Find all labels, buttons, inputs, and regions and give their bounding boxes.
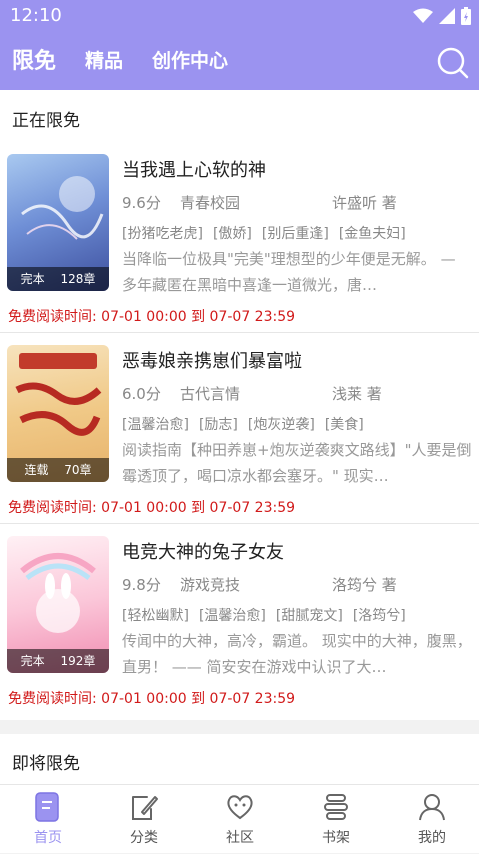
book-tags: [轻松幽默] [温馨治愈] [甜腻宠文] [洛筠兮] <box>122 605 406 625</box>
nav-category[interactable]: 分类 <box>96 785 192 854</box>
book-status: 完本 <box>20 654 45 668</box>
book-tags: [扮猪吃老虎] [傲娇] [别后重逢] [金鱼夫妇] <box>122 223 406 243</box>
book-description: 传闻中的大神，高冷，霸道。 现实中的大神，腹黑，直男！ —— 简安安在游戏中认识… <box>122 632 472 676</box>
free-reading-time: 免费阅读时间: 07-01 00:00 到 07-07 23:59 <box>8 309 296 325</box>
book-chapters: 192章 <box>60 654 96 668</box>
book-tag: [别后重逢] <box>261 226 329 242</box>
book-status: 完本 <box>20 272 45 286</box>
book-tag: [美食] <box>324 417 364 433</box>
section-title: 即将限免 <box>12 754 80 774</box>
nav-home[interactable]: 首页 <box>0 785 96 854</box>
book-description: 当降临一位极具"完美"理想型的少年便是无解。 — 多年藏匿在黑暗中喜逢一道微光，… <box>122 250 456 294</box>
book-tag: [轻松幽默] <box>122 608 189 624</box>
book-tag: [温馨治愈] <box>198 608 266 624</box>
category-pen-icon <box>132 796 158 820</box>
book-category: 游戏竞技 <box>180 576 241 594</box>
status-bar: 12:10 <box>0 0 479 33</box>
book-score: 9.6分 <box>122 194 161 212</box>
nav-label: 我的 <box>418 830 446 846</box>
book-title[interactable]: 当我遇上心软的神 <box>122 156 266 182</box>
book-cover[interactable]: 完本 192章 <box>7 536 109 673</box>
nav-label: 分类 <box>130 830 158 846</box>
community-heart-icon <box>227 795 253 820</box>
app-bar: 限免 精品 创作中心 <box>0 33 479 90</box>
book-title[interactable]: 电竞大神的兔子女友 <box>122 538 284 564</box>
book-author: 浅莱 著 <box>332 385 382 403</box>
nav-profile[interactable]: 我的 <box>384 785 479 854</box>
book-category: 古代言情 <box>180 385 241 403</box>
status-time: 12:10 <box>10 5 62 26</box>
section-title: 正在限免 <box>12 111 80 131</box>
book-chapters: 70章 <box>64 463 92 477</box>
bottom-nav: 首页 分类 社区 书架 我的 <box>0 784 479 853</box>
status-icons <box>413 7 471 25</box>
free-now-section: 正在限免 完本 128章 当我遇上心软的神 9.6分 青春校园 许盛听 著 [扮… <box>0 90 479 720</box>
book-author: 许盛听 著 <box>332 194 397 212</box>
nav-community[interactable]: 社区 <box>192 785 288 854</box>
book-category: 青春校园 <box>180 194 241 212</box>
bookshelf-icon <box>324 794 348 820</box>
cover-info: 完本 128章 <box>7 267 109 291</box>
book-item[interactable]: 完本 128章 当我遇上心软的神 9.6分 青春校园 许盛听 著 [扮猪吃老虎]… <box>0 144 479 334</box>
nav-bookshelf[interactable]: 书架 <box>288 785 384 854</box>
book-status: 连载 <box>24 463 49 477</box>
book-tag: [洛筠兮] <box>352 608 406 624</box>
divider <box>0 523 479 524</box>
nav-label: 书架 <box>322 830 350 846</box>
battery-icon <box>461 7 471 25</box>
divider <box>0 332 479 333</box>
wifi-icon <box>413 8 433 23</box>
book-tag: [温馨治愈] <box>122 417 189 433</box>
book-tags: [温馨治愈] [励志] [炮灰逆袭] [美食] <box>122 414 364 434</box>
book-item[interactable]: 完本 192章 电竞大神的兔子女友 9.8分 游戏竞技 洛筠兮 著 [轻松幽默]… <box>0 526 479 716</box>
cover-info: 完本 192章 <box>7 649 109 673</box>
signal-icon <box>439 8 455 24</box>
book-tag: [炮灰逆袭] <box>247 417 315 433</box>
free-reading-time: 免费阅读时间: 07-01 00:00 到 07-07 23:59 <box>8 691 296 707</box>
free-reading-time: 免费阅读时间: 07-01 00:00 到 07-07 23:59 <box>8 500 296 516</box>
book-tag: [金鱼夫妇] <box>338 226 406 242</box>
book-score: 9.8分 <box>122 576 161 594</box>
tab-creation-center[interactable]: 创作中心 <box>152 33 228 90</box>
book-tag: [傲娇] <box>212 226 252 242</box>
book-cover[interactable]: 完本 128章 <box>7 154 109 291</box>
book-cover[interactable]: 连载 70章 <box>7 345 109 482</box>
book-title[interactable]: 恶毒娘亲携崽们暴富啦 <box>122 347 302 373</box>
book-item[interactable]: 连载 70章 恶毒娘亲携崽们暴富啦 6.0分 古代言情 浅莱 著 [温馨治愈] … <box>0 335 479 525</box>
search-icon[interactable] <box>435 45 469 79</box>
nav-label: 首页 <box>34 830 62 846</box>
nav-label: 社区 <box>226 830 254 846</box>
book-score: 6.0分 <box>122 385 161 403</box>
home-book-icon <box>35 792 59 822</box>
tab-free[interactable]: 限免 <box>12 33 56 90</box>
book-tag: [励志] <box>198 417 238 433</box>
book-tag: [扮猪吃老虎] <box>122 226 203 242</box>
profile-icon <box>419 794 445 821</box>
book-chapters: 128章 <box>60 272 96 286</box>
cover-info: 连载 70章 <box>7 458 109 482</box>
book-tag: [甜腻宠文] <box>275 608 343 624</box>
tab-premium[interactable]: 精品 <box>85 33 123 90</box>
upcoming-section: 即将限免 <box>0 734 479 784</box>
book-description: 阅读指南【种田养崽+炮灰逆袭爽文路线】"人要是倒霉透顶了，喝口凉水都会塞牙。" … <box>122 441 472 485</box>
book-author: 洛筠兮 著 <box>332 576 397 594</box>
